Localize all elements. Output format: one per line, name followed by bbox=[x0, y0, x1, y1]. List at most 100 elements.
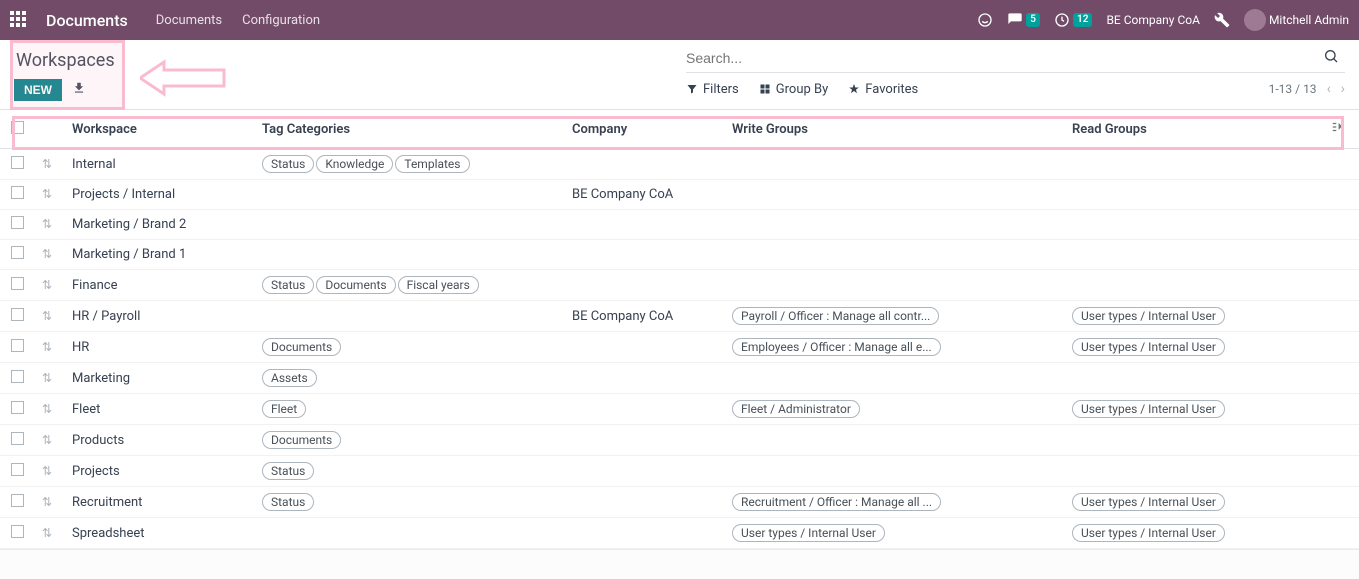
cell-write bbox=[724, 363, 1064, 394]
row-checkbox[interactable] bbox=[11, 463, 24, 476]
table-row[interactable]: Marketing Assets bbox=[0, 363, 1359, 394]
table-row[interactable]: Finance StatusDocumentsFiscal years bbox=[0, 270, 1359, 301]
read-group-pill[interactable]: User types / Internal User bbox=[1072, 338, 1225, 356]
table-row[interactable]: Projects / Internal BE Company CoA bbox=[0, 180, 1359, 210]
cell-write bbox=[724, 270, 1064, 301]
cell-tags: Assets bbox=[254, 363, 564, 394]
row-checkbox[interactable] bbox=[11, 156, 24, 169]
table-row[interactable]: Spreadsheet User types / Internal User U… bbox=[0, 518, 1359, 549]
col-tag-categories[interactable]: Tag Categories bbox=[254, 110, 564, 149]
table-row[interactable]: Marketing / Brand 1 bbox=[0, 240, 1359, 270]
cell-company bbox=[564, 240, 724, 270]
row-checkbox[interactable] bbox=[11, 494, 24, 507]
col-workspace[interactable]: Workspace bbox=[64, 110, 254, 149]
tag-pill[interactable]: Status bbox=[262, 493, 314, 511]
debug-icon[interactable] bbox=[1214, 12, 1230, 28]
optional-fields-icon[interactable] bbox=[1331, 123, 1345, 138]
write-group-pill[interactable]: Payroll / Officer : Manage all contr... bbox=[732, 307, 939, 325]
drag-handle-icon[interactable] bbox=[42, 250, 52, 259]
cell-write bbox=[724, 456, 1064, 487]
drag-handle-icon[interactable] bbox=[42, 498, 52, 507]
drag-handle-icon[interactable] bbox=[42, 436, 52, 445]
tag-pill[interactable]: Documents bbox=[316, 276, 395, 294]
table-row[interactable]: Products Documents bbox=[0, 425, 1359, 456]
cell-write bbox=[724, 240, 1064, 270]
write-group-pill[interactable]: Employees / Officer : Manage all e... bbox=[732, 338, 941, 356]
support-icon[interactable] bbox=[977, 12, 993, 28]
row-checkbox[interactable] bbox=[11, 370, 24, 383]
table-row[interactable]: HR / Payroll BE Company CoA Payroll / Of… bbox=[0, 301, 1359, 332]
col-write-groups[interactable]: Write Groups bbox=[724, 110, 1064, 149]
nav-documents[interactable]: Documents bbox=[156, 13, 222, 28]
write-group-pill[interactable]: Fleet / Administrator bbox=[732, 400, 860, 418]
tag-pill[interactable]: Knowledge bbox=[316, 155, 393, 173]
apps-icon[interactable] bbox=[10, 11, 28, 29]
tag-pill[interactable]: Status bbox=[262, 462, 314, 480]
drag-handle-icon[interactable] bbox=[42, 312, 52, 321]
search-icon[interactable] bbox=[1317, 48, 1345, 68]
new-button[interactable]: NEW bbox=[14, 79, 62, 101]
read-group-pill[interactable]: User types / Internal User bbox=[1072, 524, 1225, 542]
drag-handle-icon[interactable] bbox=[42, 467, 52, 476]
row-checkbox[interactable] bbox=[11, 308, 24, 321]
tag-pill[interactable]: Documents bbox=[262, 431, 341, 449]
upload-icon[interactable] bbox=[72, 81, 86, 99]
drag-handle-icon[interactable] bbox=[42, 343, 52, 352]
activities-icon[interactable]: 12 bbox=[1054, 12, 1092, 28]
search-input[interactable] bbox=[686, 48, 1317, 68]
row-checkbox[interactable] bbox=[11, 432, 24, 445]
read-group-pill[interactable]: User types / Internal User bbox=[1072, 400, 1225, 418]
cell-company bbox=[564, 425, 724, 456]
tag-pill[interactable]: Status bbox=[262, 276, 314, 294]
tag-pill[interactable]: Fiscal years bbox=[398, 276, 479, 294]
col-read-groups[interactable]: Read Groups bbox=[1064, 110, 1323, 149]
tag-pill[interactable]: Templates bbox=[395, 155, 469, 173]
table-header-row: Workspace Tag Categories Company Write G… bbox=[0, 110, 1359, 149]
table-row[interactable]: Fleet Fleet Fleet / Administrator User t… bbox=[0, 394, 1359, 425]
row-checkbox[interactable] bbox=[11, 339, 24, 352]
company-switcher[interactable]: BE Company CoA bbox=[1106, 13, 1199, 27]
select-all-checkbox[interactable] bbox=[11, 121, 24, 134]
tag-pill[interactable]: Status bbox=[262, 155, 314, 173]
cell-tags bbox=[254, 210, 564, 240]
favorites-label: Favorites bbox=[865, 82, 918, 97]
drag-handle-icon[interactable] bbox=[42, 405, 52, 414]
table-row[interactable]: HR Documents Employees / Officer : Manag… bbox=[0, 332, 1359, 363]
table-row[interactable]: Internal StatusKnowledgeTemplates bbox=[0, 149, 1359, 180]
drag-handle-icon[interactable] bbox=[42, 374, 52, 383]
write-group-pill[interactable]: User types / Internal User bbox=[732, 524, 885, 542]
drag-handle-icon[interactable] bbox=[42, 281, 52, 290]
row-checkbox[interactable] bbox=[11, 216, 24, 229]
pager-prev-icon[interactable]: ‹ bbox=[1327, 81, 1331, 97]
row-checkbox[interactable] bbox=[11, 277, 24, 290]
drag-handle-icon[interactable] bbox=[42, 190, 52, 199]
nav-configuration[interactable]: Configuration bbox=[242, 13, 320, 28]
drag-handle-icon[interactable] bbox=[42, 529, 52, 538]
col-company[interactable]: Company bbox=[564, 110, 724, 149]
messages-icon[interactable]: 5 bbox=[1007, 12, 1040, 28]
user-menu[interactable]: Mitchell Admin bbox=[1244, 9, 1349, 31]
cell-workspace: Spreadsheet bbox=[64, 518, 254, 549]
cell-read: User types / Internal User bbox=[1064, 487, 1323, 518]
filters-button[interactable]: Filters bbox=[686, 82, 739, 97]
row-checkbox[interactable] bbox=[11, 525, 24, 538]
pager-next-icon[interactable]: › bbox=[1341, 81, 1345, 97]
table-row[interactable]: Recruitment Status Recruitment / Officer… bbox=[0, 487, 1359, 518]
read-group-pill[interactable]: User types / Internal User bbox=[1072, 493, 1225, 511]
row-checkbox[interactable] bbox=[11, 401, 24, 414]
row-checkbox[interactable] bbox=[11, 186, 24, 199]
app-title: Documents bbox=[46, 11, 128, 30]
write-group-pill[interactable]: Recruitment / Officer : Manage all ... bbox=[732, 493, 941, 511]
drag-handle-icon[interactable] bbox=[42, 220, 52, 229]
read-group-pill[interactable]: User types / Internal User bbox=[1072, 307, 1225, 325]
tag-pill[interactable]: Assets bbox=[262, 369, 317, 387]
groupby-button[interactable]: Group By bbox=[759, 82, 829, 97]
cell-tags bbox=[254, 240, 564, 270]
tag-pill[interactable]: Fleet bbox=[262, 400, 306, 418]
favorites-button[interactable]: Favorites bbox=[848, 82, 918, 97]
table-row[interactable]: Marketing / Brand 2 bbox=[0, 210, 1359, 240]
drag-handle-icon[interactable] bbox=[42, 160, 52, 169]
tag-pill[interactable]: Documents bbox=[262, 338, 341, 356]
row-checkbox[interactable] bbox=[11, 246, 24, 259]
table-row[interactable]: Projects Status bbox=[0, 456, 1359, 487]
